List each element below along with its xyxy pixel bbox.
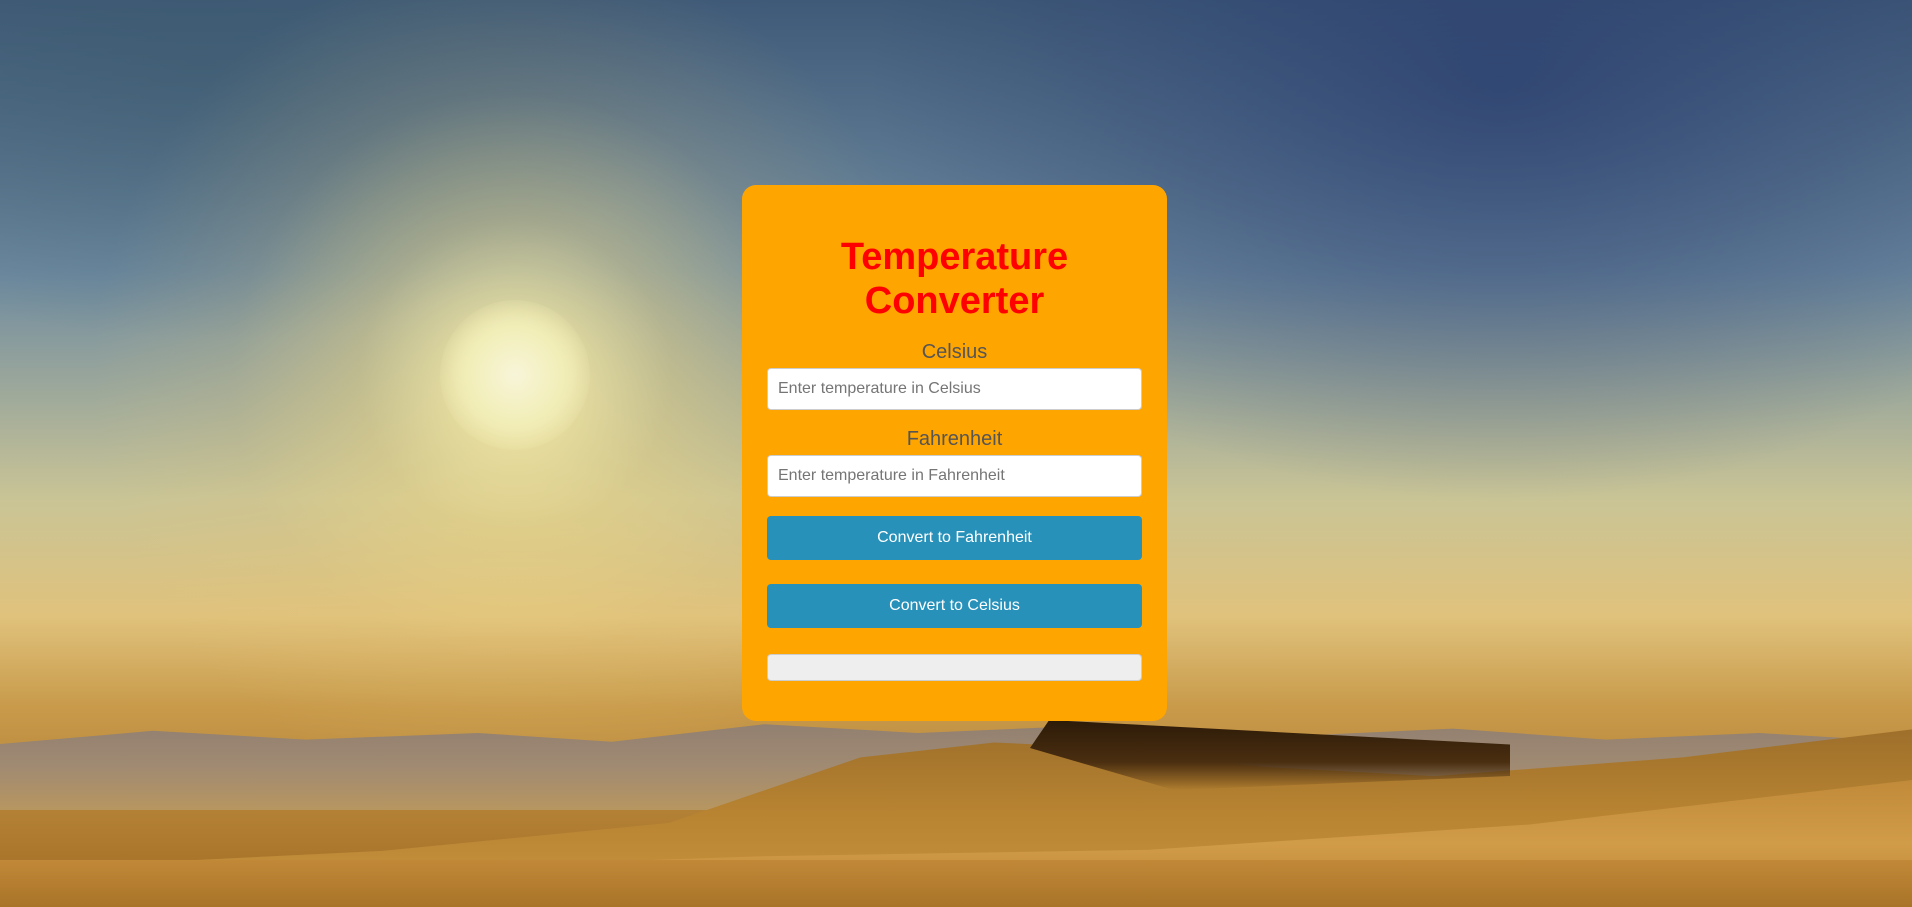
page-title: Temperature Converter xyxy=(840,236,1069,322)
convert-to-fahrenheit-button[interactable]: Convert to Fahrenheit xyxy=(767,516,1142,560)
result-output xyxy=(767,654,1142,681)
desert-ground xyxy=(0,860,1912,907)
convert-to-celsius-button[interactable]: Convert to Celsius xyxy=(767,584,1142,628)
background-scene: Temperature Converter Celsius Fahrenheit… xyxy=(0,0,1912,907)
converter-card: Temperature Converter Celsius Fahrenheit… xyxy=(742,185,1167,721)
celsius-input[interactable] xyxy=(767,368,1142,410)
celsius-label: Celsius xyxy=(921,341,988,363)
fahrenheit-input[interactable] xyxy=(767,455,1142,497)
fahrenheit-label: Fahrenheit xyxy=(906,428,1003,450)
sun xyxy=(440,300,590,450)
